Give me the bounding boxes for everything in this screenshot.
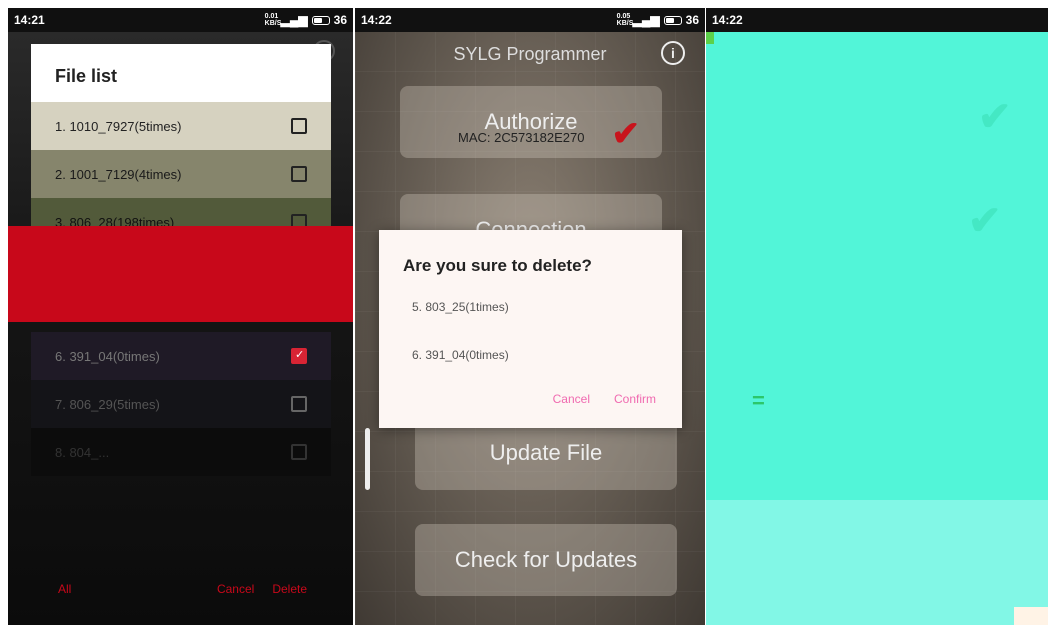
battery-icon	[663, 15, 682, 25]
check-icon: ✔	[611, 115, 641, 153]
dialog-item: 6. 391_04(0times)	[412, 348, 509, 362]
button-label: Update File	[489, 440, 603, 465]
file-label: 2. 1001_7129(4times)	[55, 166, 182, 182]
cancel-button[interactable]: Cancel	[217, 582, 254, 596]
file-list-screen: 14:21 0.01 KB/S ▂▄▆ 36 i File list 1. 10…	[8, 8, 353, 625]
file-label: 1. 1010_7927(5times)	[55, 118, 182, 134]
signal-strength: 36	[685, 13, 699, 27]
corrupted-screen: 14:22 ✔ ✔ =	[706, 8, 1048, 625]
glitch-band	[706, 500, 1048, 625]
dialog-title: File list	[31, 44, 331, 102]
file-label: 8. 804_...	[55, 444, 110, 460]
check-for-updates-button[interactable]: Check for Updates	[415, 524, 677, 596]
authorize-button[interactable]: Authorize ✔	[400, 86, 662, 158]
battery-icon	[311, 15, 330, 25]
file-checkbox[interactable]	[291, 444, 307, 460]
check-icon: ✔	[978, 95, 1012, 139]
status-bar: 14:22 0.05 KB/S ▂▄▆ 36	[355, 8, 705, 32]
confirm-delete-dialog: Are you sure to delete? 5. 803_25(1times…	[379, 230, 682, 428]
file-label: 7. 806_29(5times)	[55, 396, 160, 412]
status-time: 14:22	[712, 13, 743, 27]
file-label: 6. 391_04(0times)	[55, 348, 160, 364]
programmer-screen: 14:22 0.05 KB/S ▂▄▆ 36 SYLG Programmer i…	[355, 8, 705, 625]
app-title: SYLG Programmer	[453, 44, 607, 64]
button-label: Check for Updates	[454, 547, 638, 572]
file-row[interactable]: 2. 1001_7129(4times)	[31, 150, 331, 198]
check-icon: ✔	[968, 199, 1002, 243]
dialog-title: Are you sure to delete?	[403, 256, 592, 275]
all-button[interactable]: All	[58, 582, 71, 596]
status-bar: 14:22	[706, 8, 1048, 32]
file-row[interactable]: 1. 1010_7927(5times)	[31, 102, 331, 150]
mac-address: MAC: 2C573182E270	[458, 130, 585, 145]
file-checkbox[interactable]	[291, 166, 307, 182]
status-time: 14:21	[14, 13, 45, 27]
glitch-corner	[1014, 607, 1048, 625]
file-row[interactable]: 6. 391_04(0times)	[31, 332, 331, 380]
file-checkbox[interactable]	[291, 396, 307, 412]
signal-strength: 36	[333, 13, 347, 27]
net-speed: 0.05 KB/S	[616, 13, 634, 27]
signal-icon: ▂▄▆	[280, 13, 308, 27]
dialog-actions: Cancel Confirm	[553, 392, 656, 406]
delete-button[interactable]: Delete	[272, 582, 307, 596]
file-row[interactable]: 8. 804_...	[31, 428, 331, 476]
status-time: 14:22	[361, 13, 392, 27]
status-bar: 14:21 0.01 KB/S ▂▄▆ 36	[8, 8, 353, 32]
cancel-button[interactable]: Cancel	[553, 392, 590, 406]
file-checkbox[interactable]	[291, 348, 307, 364]
scrollbar[interactable]	[365, 428, 370, 490]
net-speed: 0.01 KB/S	[264, 13, 282, 27]
glitch-symbol: =	[752, 388, 765, 413]
file-row[interactable]: 7. 806_29(5times)	[31, 380, 331, 428]
file-checkbox[interactable]	[291, 118, 307, 134]
confirm-button[interactable]: Confirm	[614, 392, 656, 406]
dialog-item: 5. 803_25(1times)	[412, 300, 509, 314]
glitch-band	[8, 226, 353, 322]
signal-icon: ▂▄▆	[632, 13, 660, 27]
info-icon[interactable]: i	[661, 41, 685, 65]
dialog-actions: All Cancel Delete	[8, 582, 353, 596]
